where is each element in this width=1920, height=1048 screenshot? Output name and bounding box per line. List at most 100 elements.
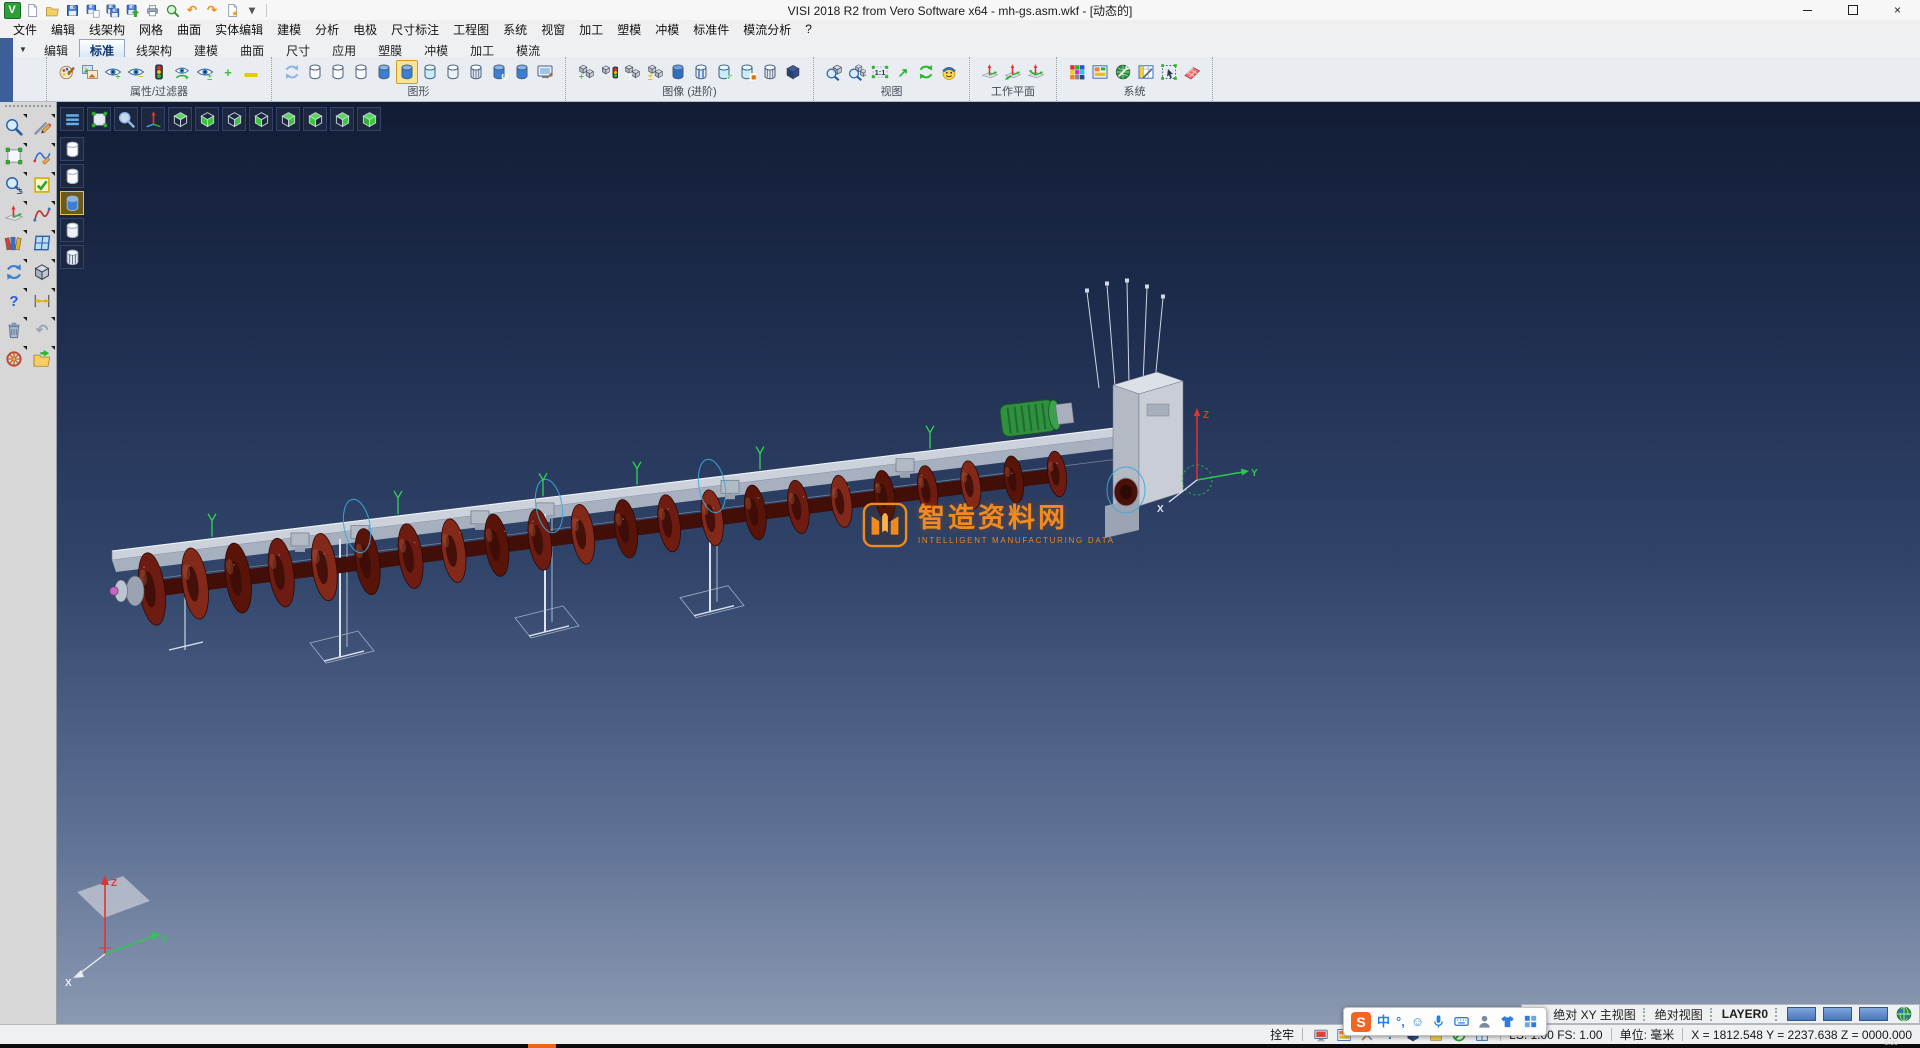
render-flat-button[interactable] [60, 218, 84, 242]
maximize-button[interactable] [1830, 0, 1875, 20]
layer-window-button[interactable] [29, 230, 55, 256]
copy-attributes-button[interactable] [79, 60, 101, 84]
minimize-button[interactable] [1785, 0, 1830, 20]
edit-attributes-button[interactable] [56, 60, 78, 84]
lock-toggle[interactable]: 拴牢 [1270, 1026, 1294, 1043]
system-settings-button[interactable] [1112, 60, 1134, 84]
menu-item-17[interactable]: 模流分析 [736, 20, 798, 39]
print-button[interactable] [143, 2, 161, 19]
taskbar-app-highlight[interactable] [528, 1044, 556, 1048]
tab-7[interactable]: 塑膜 [367, 39, 413, 57]
model-screw-conveyor[interactable]: Z Y X Z Y X [57, 102, 1920, 1024]
open-document-tool-button[interactable] [29, 346, 55, 372]
menu-item-16[interactable]: 标准件 [686, 20, 736, 39]
measure-tool-button[interactable] [29, 288, 55, 314]
menu-item-7[interactable]: 分析 [308, 20, 346, 39]
add-filter-button[interactable]: + [217, 60, 239, 84]
display-settings-button[interactable] [534, 60, 556, 84]
render-filter-button[interactable] [598, 60, 620, 84]
view-menu-button[interactable] [60, 107, 84, 131]
attribute-browser-button[interactable] [1, 230, 27, 256]
view-bottom-button[interactable] [195, 107, 219, 131]
refresh-tool-button[interactable] [1, 259, 27, 285]
menu-item-5[interactable]: 实体编辑 [208, 20, 270, 39]
shaded-view-button[interactable] [373, 60, 395, 84]
toggle-visibility-button[interactable]: ± [194, 60, 216, 84]
solid-box-view-button[interactable] [782, 60, 804, 84]
tab-dropdown-icon[interactable]: ▼ [13, 45, 33, 57]
menu-item-15[interactable]: 冲模 [648, 20, 686, 39]
save-copy-button[interactable] [83, 2, 101, 19]
transparent-view-button[interactable] [419, 60, 441, 84]
view-iso-right-button[interactable] [330, 107, 354, 131]
hidden-line-view-button[interactable] [327, 60, 349, 84]
tab-6[interactable]: 应用 [321, 39, 367, 57]
reference-solid-button[interactable]: ▣ [736, 60, 758, 84]
confirm-tool-button[interactable] [29, 172, 55, 198]
customize-toolbar-button[interactable]: ▾ [243, 2, 261, 19]
tab-0[interactable]: 编辑 [33, 39, 79, 57]
favorites-button[interactable] [223, 2, 241, 19]
view-iso-left-button[interactable] [303, 107, 327, 131]
visibility-filter-button[interactable] [148, 60, 170, 84]
menu-item-4[interactable]: 曲面 [170, 20, 208, 39]
tab-2[interactable]: 线架构 [125, 39, 183, 57]
view-left-button[interactable] [249, 107, 273, 131]
view-mode-label[interactable]: 绝对 XY 主视图 [1553, 1006, 1635, 1023]
view-isometric-button[interactable] [357, 107, 381, 131]
absolute-view-label[interactable]: 绝对视图 [1655, 1006, 1703, 1023]
convert-solid-button[interactable]: → [511, 60, 533, 84]
delete-tool-button[interactable] [1, 317, 27, 343]
mesh-view-button[interactable] [465, 60, 487, 84]
regenerate-solid-button[interactable]: ↺ [488, 60, 510, 84]
workplane-move-button[interactable] [1002, 60, 1024, 84]
tab-4[interactable]: 曲面 [229, 39, 275, 57]
units-status[interactable]: 单位: 毫米 [1620, 1026, 1675, 1043]
refresh-render-button[interactable]: ↺ [621, 60, 643, 84]
undo-tool-button[interactable]: ↶ [29, 317, 55, 343]
curve-tool-button[interactable] [29, 201, 55, 227]
mesh-solid-button[interactable] [759, 60, 781, 84]
render-wireframe-button[interactable] [60, 137, 84, 161]
workplane-orient-button[interactable] [1025, 60, 1047, 84]
workplane-standard-button[interactable] [979, 60, 1001, 84]
menu-item-3[interactable]: 网格 [132, 20, 170, 39]
rotate-view-button[interactable] [915, 60, 937, 84]
new-file-button[interactable] [23, 2, 41, 19]
refresh-visibility-button[interactable] [171, 60, 193, 84]
zoom-window-button[interactable] [87, 107, 111, 131]
menu-item-13[interactable]: 加工 [572, 20, 610, 39]
globe-icon[interactable] [1895, 1005, 1913, 1023]
menu-item-2[interactable]: 线架构 [82, 20, 132, 39]
export-file-button[interactable] [123, 2, 141, 19]
profile-edit-tool-button[interactable] [29, 143, 55, 169]
zoom-window-view-button[interactable] [823, 60, 845, 84]
toggle-render-button[interactable]: ± [644, 60, 666, 84]
render-mesh-button[interactable] [60, 245, 84, 269]
zoom-extents-button[interactable] [114, 107, 138, 131]
open-file-button[interactable] [43, 2, 61, 19]
view-front-button[interactable] [276, 107, 300, 131]
add-render-button[interactable]: + [575, 60, 597, 84]
tab-9[interactable]: 加工 [459, 39, 505, 57]
visi-logo-button[interactable]: V [3, 2, 21, 19]
soft-keyboard-button[interactable] [1453, 1013, 1470, 1030]
toolbar-grip[interactable] [5, 105, 51, 110]
layer-bar-1[interactable] [1787, 1007, 1816, 1021]
show-axes-button[interactable] [141, 107, 165, 131]
microphone-button[interactable] [1430, 1013, 1447, 1030]
shaded-edges-view-button[interactable] [396, 60, 418, 84]
menu-item-9[interactable]: 尺寸标注 [384, 20, 446, 39]
menu-item-10[interactable]: 工程图 [446, 20, 496, 39]
view-right-button[interactable] [222, 107, 246, 131]
shade-preview-button[interactable] [29, 259, 55, 285]
zoom-tool-button[interactable] [1, 114, 27, 140]
menu-item-11[interactable]: 系统 [496, 20, 534, 39]
menu-item-14[interactable]: 塑模 [610, 20, 648, 39]
selection-settings-button[interactable] [1158, 60, 1180, 84]
tab-3[interactable]: 建模 [183, 39, 229, 57]
table-settings-button[interactable] [1135, 60, 1157, 84]
menu-item-6[interactable]: 建模 [270, 20, 308, 39]
menu-item-12[interactable]: 视窗 [534, 20, 572, 39]
zoom-select-tool-button[interactable]: ± [1, 172, 27, 198]
